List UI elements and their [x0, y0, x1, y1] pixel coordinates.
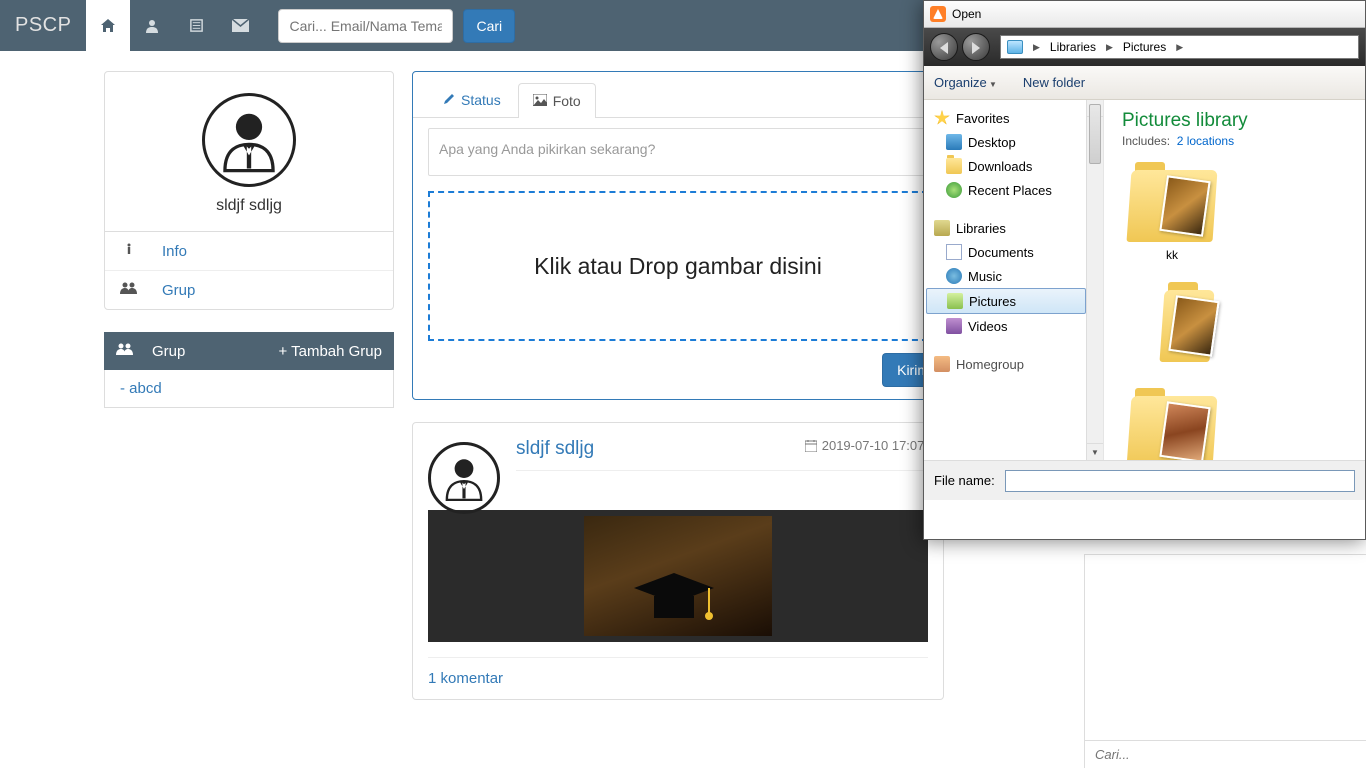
grup-panel: Grup + Tambah Grup - abcd: [104, 332, 394, 408]
drive-icon: [1007, 40, 1023, 54]
profile-link-label: Info: [162, 243, 187, 260]
nav-user-icon[interactable]: [130, 0, 174, 51]
profile-name: sldjf sdljg: [120, 197, 378, 215]
nav-back-button[interactable]: [930, 33, 958, 61]
profile-avatar: [202, 93, 296, 187]
group-icon: [120, 281, 138, 299]
compose-panel: Status Foto Apa yang Anda pikirkan sekar…: [412, 71, 944, 400]
nav-home-icon[interactable]: [86, 0, 130, 51]
homegroup-icon: [934, 356, 950, 372]
tree-favorites[interactable]: Favorites: [924, 106, 1103, 130]
breadcrumb-libraries[interactable]: Libraries: [1044, 40, 1102, 54]
filename-input[interactable]: [1005, 470, 1355, 492]
navbar-search-input[interactable]: [278, 9, 453, 43]
tree-scrollbar[interactable]: ▲ ▼: [1086, 100, 1103, 460]
pictures-icon: [947, 293, 963, 309]
chevron-right-icon: ▶: [1172, 42, 1187, 53]
group-icon: [116, 342, 134, 360]
brand-label: PSCP: [0, 14, 86, 37]
tree-pictures[interactable]: Pictures: [926, 288, 1086, 314]
files-title: Pictures library: [1122, 110, 1361, 132]
folder-item[interactable]: [1122, 396, 1222, 460]
grup-item[interactable]: - abcd: [120, 380, 162, 397]
tab-label: Status: [461, 92, 501, 108]
nav-forward-button[interactable]: [962, 33, 990, 61]
chevron-right-icon: ▶: [1029, 42, 1044, 53]
tree-videos[interactable]: Videos: [924, 314, 1103, 338]
file-pane: Pictures library Includes: 2 locations k…: [1104, 100, 1365, 460]
compose-dropzone[interactable]: Klik atau Drop gambar disini: [428, 191, 928, 341]
profile-card: sldjf sdljg Info Grup: [104, 71, 394, 310]
star-icon: [934, 110, 950, 126]
dialog-toolbar: Organize New folder: [924, 66, 1365, 100]
nav-list-icon[interactable]: [174, 0, 218, 51]
dialog-title: Open: [952, 7, 981, 21]
tab-status[interactable]: Status: [428, 82, 516, 117]
post-avatar: [428, 442, 500, 514]
tree-homegroup[interactable]: Homegroup: [924, 352, 1103, 376]
pencil-icon: [443, 93, 455, 108]
desktop-icon: [946, 134, 962, 150]
folder-label: kk: [1122, 248, 1222, 262]
videos-icon: [946, 318, 962, 334]
scroll-thumb[interactable]: [1089, 104, 1101, 164]
profile-link-label: Grup: [162, 282, 195, 299]
filename-row: File name:: [924, 460, 1365, 500]
tree-downloads[interactable]: Downloads: [924, 154, 1103, 178]
grup-panel-header: Grup + Tambah Grup: [104, 332, 394, 370]
nav-tree: Favorites Desktop Downloads Recent Place…: [924, 100, 1104, 460]
nav-mail-icon[interactable]: [218, 0, 262, 51]
dialog-titlebar[interactable]: Open: [924, 0, 1365, 28]
profile-link-info[interactable]: Info: [105, 232, 393, 270]
info-icon: [120, 242, 138, 260]
tree-libraries[interactable]: Libraries: [924, 216, 1103, 240]
picture-icon: [533, 94, 547, 109]
breadcrumb-pictures[interactable]: Pictures: [1117, 40, 1172, 54]
navbar-search-button[interactable]: Cari: [463, 9, 515, 43]
recent-icon: [946, 182, 962, 198]
compose-tabs: Status Foto: [413, 72, 943, 118]
right-search-input[interactable]: [1085, 741, 1366, 768]
tab-foto[interactable]: Foto: [518, 83, 596, 118]
tree-recent[interactable]: Recent Places: [924, 178, 1103, 202]
dialog-nav: ▶ Libraries ▶ Pictures ▶: [924, 28, 1365, 66]
toolbar-organize[interactable]: Organize: [934, 75, 997, 90]
toolbar-newfolder[interactable]: New folder: [1023, 75, 1085, 90]
files-subtitle: Includes: 2 locations: [1122, 134, 1361, 148]
scroll-down-icon[interactable]: ▼: [1087, 443, 1103, 460]
filename-label: File name:: [934, 473, 995, 488]
post-date: 2019-07-10 17:07:: [805, 438, 928, 453]
music-icon: [946, 268, 962, 284]
file-open-dialog: Open ▶ Libraries ▶ Pictures ▶ Organize N…: [923, 0, 1366, 540]
tree-documents[interactable]: Documents: [924, 240, 1103, 264]
tab-label: Foto: [553, 93, 581, 109]
folder-item[interactable]: [1122, 290, 1222, 368]
tree-music[interactable]: Music: [924, 264, 1103, 288]
address-bar[interactable]: ▶ Libraries ▶ Pictures ▶: [1000, 35, 1359, 59]
tree-desktop[interactable]: Desktop: [924, 130, 1103, 154]
grup-title: Grup: [152, 343, 185, 360]
post-author-link[interactable]: sldjf sdljg: [516, 438, 594, 459]
profile-link-grup[interactable]: Grup: [105, 270, 393, 309]
post-comments-link[interactable]: 1 komentar: [428, 670, 503, 687]
post-card: 2019-07-10 17:07: sldjf sdljg 1 komentar: [412, 422, 944, 700]
folder-icon: [946, 158, 962, 174]
files-locations-link[interactable]: 2 locations: [1177, 134, 1234, 148]
calendar-icon: [805, 440, 817, 452]
app-icon: [930, 6, 946, 22]
libraries-icon: [934, 220, 950, 236]
compose-textarea[interactable]: Apa yang Anda pikirkan sekarang?: [428, 128, 928, 176]
folder-item[interactable]: kk: [1122, 170, 1222, 262]
post-image[interactable]: [428, 510, 928, 642]
documents-icon: [946, 244, 962, 260]
chevron-right-icon: ▶: [1102, 42, 1117, 53]
grup-add-link[interactable]: + Tambah Grup: [278, 343, 382, 360]
